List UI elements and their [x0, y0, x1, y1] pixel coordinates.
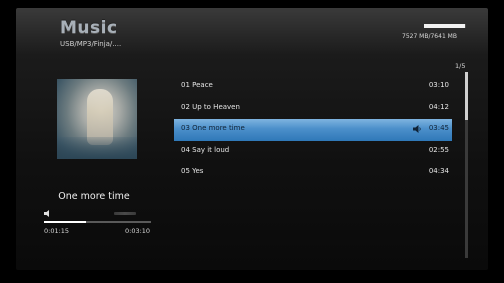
track-name: 05 Yes: [181, 167, 204, 175]
track-row[interactable]: 01 Peace 03:10: [174, 76, 452, 98]
speaker-icon: [413, 125, 421, 133]
album-art: [57, 79, 137, 159]
track-list: 01 Peace 03:10 02 Up to Heaven 04:12 03 …: [174, 76, 452, 184]
track-name: 03 One more time: [181, 124, 245, 132]
time-total: 0:03:10: [125, 227, 151, 235]
now-playing-title: One more time: [58, 191, 130, 202]
track-row[interactable]: 04 Say it loud 02:55: [174, 141, 452, 163]
track-duration: 02:55: [428, 145, 449, 154]
app-title: Music: [60, 18, 118, 38]
screen: Music USB/MP3/Finja/.... 7527 MB/7641 MB…: [0, 0, 504, 283]
track-duration: 03:45: [428, 124, 449, 132]
track-name: 01 Peace: [181, 81, 213, 89]
playback-progress-fill: [44, 221, 86, 223]
track-row[interactable]: 05 Yes 04:34: [174, 162, 452, 184]
breadcrumb: USB/MP3/Finja/....: [60, 40, 122, 48]
track-duration: 03:10: [428, 81, 449, 89]
volume-indicator: [114, 212, 136, 215]
storage-usage-fill: [424, 24, 466, 28]
storage-usage-bar: [424, 24, 466, 28]
track-row-selected[interactable]: 03 One more time 03:45: [174, 119, 452, 141]
page-indicator: 1/5: [455, 62, 466, 70]
track-duration: 04:12: [428, 102, 449, 111]
track-name: 02 Up to Heaven: [181, 102, 240, 111]
time-elapsed: 0:01:15: [44, 227, 70, 235]
track-duration: 04:34: [428, 167, 449, 175]
playback-progress-bar[interactable]: [44, 221, 151, 223]
speaker-icon: [44, 210, 49, 217]
storage-usage-text: 7527 MB/7641 MB: [402, 33, 457, 40]
scrollbar-thumb[interactable]: [465, 72, 468, 120]
track-list-scrollbar[interactable]: [465, 72, 468, 258]
track-row[interactable]: 02 Up to Heaven 04:12: [174, 98, 452, 120]
track-name: 04 Say it loud: [181, 145, 230, 154]
